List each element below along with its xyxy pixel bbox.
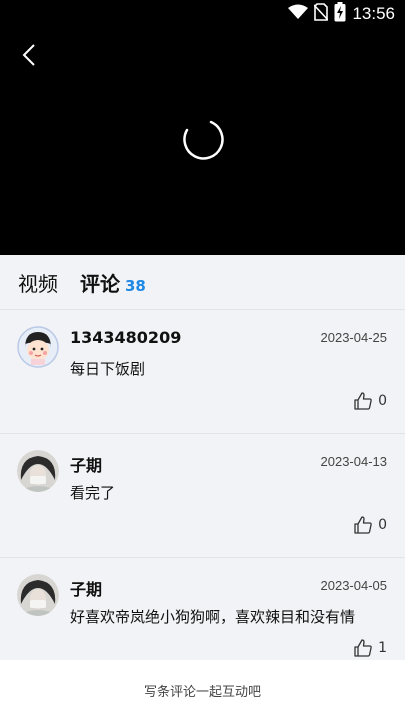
like-button[interactable]: 0 [354,392,387,410]
comment-text: 每日下饭剧 [70,360,146,378]
comment-input-placeholder[interactable]: 写条评论一起互动吧 [144,681,261,700]
like-count: 0 [378,393,387,409]
like-button[interactable]: 1 [354,639,387,657]
comment-item: 子期 2023-04-13 看完了 0 [0,434,405,558]
thumbs-up-icon [354,392,372,410]
status-bar: 13:56 [0,0,405,28]
back-arrow-icon [22,44,35,66]
tab-video-label: 视频 [18,271,58,296]
comment-count: 38 [125,276,146,295]
status-time: 13:56 [352,4,395,23]
comment-username[interactable]: 子期 [70,576,102,600]
like-button[interactable]: 0 [354,516,387,534]
comment-username[interactable]: 子期 [70,452,102,476]
comment-date: 2023-04-25 [320,330,388,345]
wifi-icon [288,4,309,24]
loading-spinner-icon [183,120,224,160]
avatar[interactable] [17,326,59,368]
like-count: 1 [378,640,387,656]
tab-bar: 视频 评论 38 [0,255,405,310]
comment-date: 2023-04-05 [320,578,388,593]
thumbs-up-icon [354,516,372,534]
comment-list[interactable]: 1343480209 2023-04-25 每日下饭剧 0 子期 2023-04… [0,310,405,660]
comment-item: 1343480209 2023-04-25 每日下饭剧 0 [0,310,405,434]
comment-item: 子期 2023-04-05 好喜欢帝岚绝小狗狗啊，喜欢辣目和没有情 1 [0,558,405,660]
like-count: 0 [378,517,387,533]
tab-comments[interactable]: 评论 38 [80,268,146,297]
comment-date: 2023-04-13 [320,454,388,469]
battery-charging-icon [334,2,346,26]
comment-text: 看完了 [70,484,116,502]
comment-username[interactable]: 1343480209 [70,328,181,347]
comment-text: 好喜欢帝岚绝小狗狗啊，喜欢辣目和没有情 [70,608,356,626]
avatar[interactable] [17,450,59,492]
video-player[interactable]: 13:56 [0,0,405,255]
comment-input-bar[interactable]: 写条评论一起互动吧 [0,660,405,721]
back-button[interactable] [16,40,42,70]
tab-comments-label: 评论 [80,271,120,296]
no-sim-icon [313,3,330,25]
avatar[interactable] [17,574,59,616]
thumbs-up-icon [354,639,372,657]
tab-video[interactable]: 视频 [18,268,58,297]
